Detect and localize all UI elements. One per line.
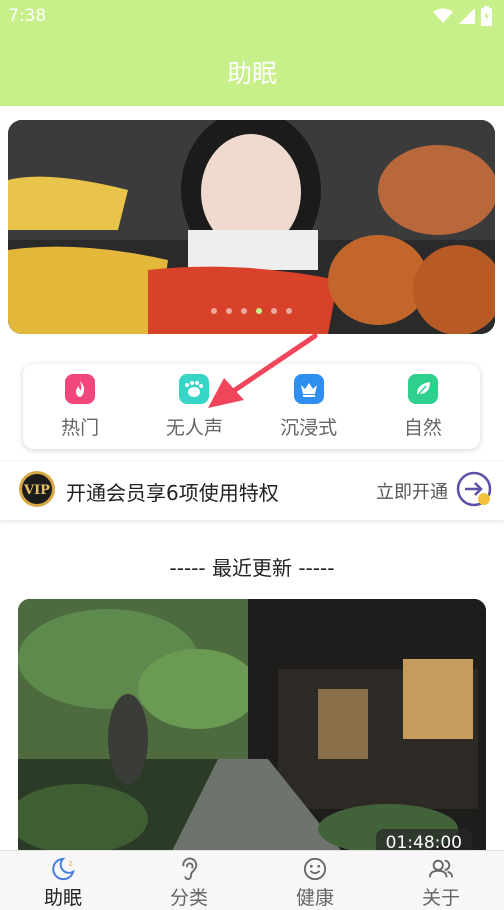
video-thumbnail [18,599,486,859]
vip-open-button[interactable]: 立即开通 [376,478,448,504]
category-label: 热门 [61,417,100,439]
category-card: 热门 无人声 沉浸式 自然 [23,364,480,449]
signal-icon [459,8,475,24]
carousel-dot [211,308,217,314]
moon-sleep-icon: z [52,857,75,881]
bottom-nav: z 助眠 分类 健康 关于 [0,850,504,910]
nav-label: 分类 [169,887,208,909]
banner-carousel[interactable] [8,120,495,334]
top-bar: 7:38 助眠 [0,0,504,106]
vip-badge-icon: VIP [18,470,56,512]
carousel-dots [8,308,495,314]
svg-text:z: z [69,858,73,868]
arrow-right-circle-icon[interactable] [456,471,492,511]
category-label: 沉浸式 [280,417,338,439]
section-title: ----- 最近更新 ----- [169,556,335,580]
page-title: 助眠 [226,59,277,88]
vip-promo-text: 开通会员享6项使用特权 [66,480,279,505]
carousel-dot [286,308,292,314]
status-time: 7:38 [8,6,47,26]
users-icon [429,859,453,878]
nav-label: 关于 [421,887,460,909]
status-icons [433,6,492,26]
nav-item-about[interactable]: 关于 [378,851,504,910]
carousel-dot-active [256,308,262,314]
flame-icon [65,374,96,404]
category-no-voice[interactable]: 无人声 [137,364,251,449]
video-card[interactable]: 01:48:00 [18,599,486,859]
nav-label: 助眠 [43,887,82,909]
crown-icon [293,374,324,404]
carousel-dot [241,308,247,314]
category-label: 自然 [403,417,442,439]
battery-icon [481,6,492,26]
nav-item-health[interactable]: 健康 [252,851,378,910]
category-hot[interactable]: 热门 [23,364,137,449]
category-immersive[interactable]: 沉浸式 [252,364,366,449]
nav-label: 健康 [295,887,334,909]
carousel-dot [226,308,232,314]
footprint-icon [179,374,210,404]
banner-image [8,120,495,334]
vip-badge-text: VIP [23,483,50,498]
leaf-icon [407,374,438,404]
nav-item-sleep-aid[interactable]: z 助眠 [0,851,126,910]
category-nature[interactable]: 自然 [366,364,480,449]
vip-bar[interactable]: VIP 开通会员享6项使用特权 立即开通 [0,462,504,520]
wifi-icon [433,8,453,23]
smile-icon [303,857,327,881]
nav-item-category[interactable]: 分类 [126,851,252,910]
carousel-dot [271,308,277,314]
ear-icon [182,857,198,881]
category-label: 无人声 [165,417,223,439]
